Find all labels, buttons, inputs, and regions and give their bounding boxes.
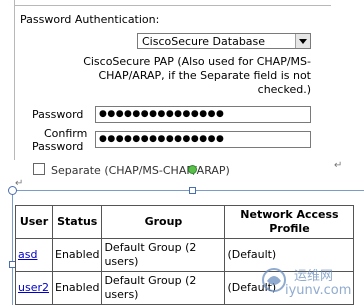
watermark-line-2: iyunv.com <box>285 283 352 298</box>
frame-border-top <box>14 5 331 6</box>
password-db-select-value: CiscoSecure Database <box>142 35 266 48</box>
user-link[interactable]: asd <box>18 248 37 261</box>
password-db-select[interactable]: CiscoSecure Database <box>137 33 311 49</box>
user-cell: user2 <box>15 271 53 305</box>
resize-handle-corner[interactable] <box>8 186 17 195</box>
column-header-profile: Network Access Profile <box>224 205 355 239</box>
confirm-password-field[interactable]: ●●●●●●●●●●●●●●● <box>95 131 311 148</box>
selection-border-left <box>12 190 13 305</box>
column-header-group: Group <box>101 205 226 239</box>
chevron-down-icon[interactable] <box>295 34 310 48</box>
group-cell: Default Group (2 users) <box>101 271 226 305</box>
separate-option[interactable]: Separate (CHAP/MS-CHAP/ARAP) <box>33 163 230 177</box>
column-header-status: Status <box>51 205 103 239</box>
table-header-row: User Status Group Network Access Profile <box>15 205 355 239</box>
confirm-label-line-2: Password <box>32 140 84 153</box>
watermark-logo-icon <box>262 268 286 292</box>
status-cell: Enabled <box>51 271 103 305</box>
password-label: Password <box>32 108 84 121</box>
frame-border-left <box>14 0 15 160</box>
user-link[interactable]: user2 <box>18 281 49 294</box>
status-cell: Enabled <box>51 238 103 272</box>
watermark-line-1: 运维网 <box>294 269 334 284</box>
pap-note: CiscoSecure PAP (Also used for CHAP/MS- … <box>40 55 311 97</box>
password-field[interactable]: ●●●●●●●●●●●●●●● <box>95 106 311 123</box>
selection-border-top <box>12 190 364 191</box>
rotate-handle[interactable] <box>188 165 197 174</box>
pap-note-line-3: checked.) <box>257 83 311 96</box>
separate-label: Separate (CHAP/MS-CHAP/ARAP) <box>51 164 230 177</box>
paragraph-mark: ↵ <box>334 160 343 171</box>
separate-checkbox[interactable] <box>33 163 45 175</box>
pap-note-line-2: CHAP/ARAP, if the Separate field is not <box>98 69 311 82</box>
pap-note-line-1: CiscoSecure PAP (Also used for CHAP/MS- <box>83 55 311 68</box>
column-header-user: User <box>15 205 53 239</box>
resize-handle-top[interactable] <box>189 187 196 194</box>
watermark: 运维网 iyunv.com <box>259 261 364 305</box>
confirm-label-line-1: Confirm <box>44 127 88 140</box>
group-cell: Default Group (2 users) <box>101 238 226 272</box>
password-auth-label: Password Authentication: <box>20 13 160 26</box>
user-cell: asd <box>15 238 53 272</box>
